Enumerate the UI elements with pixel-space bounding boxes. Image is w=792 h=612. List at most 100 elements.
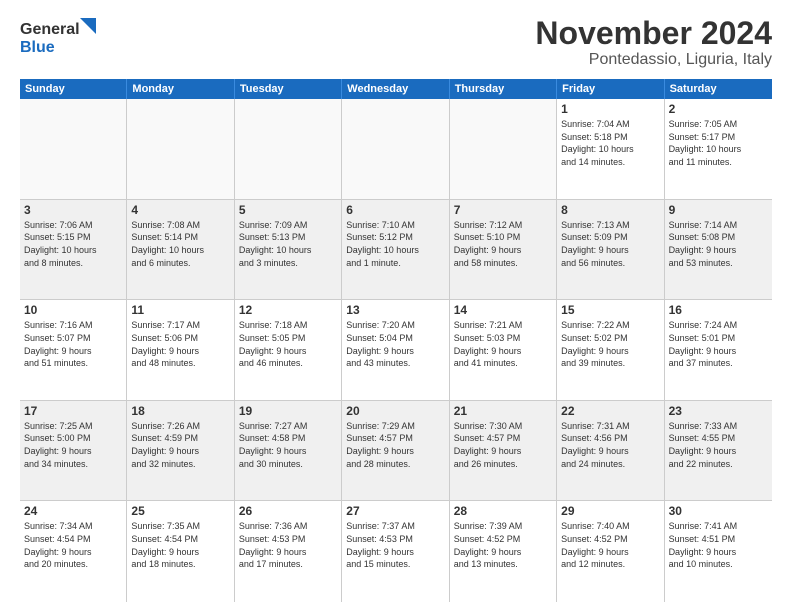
day-info: Sunrise: 7:29 AM Sunset: 4:57 PM Dayligh… [346, 420, 444, 470]
cal-cell: 12 Sunrise: 7:18 AM Sunset: 5:05 PM Dayli… [235, 300, 342, 400]
cal-cell: 4 Sunrise: 7:08 AM Sunset: 5:14 PM Daylig… [127, 200, 234, 300]
day-number: 7 [454, 203, 552, 217]
cal-cell: 5Sunrise: 7:09 AM Sunset: 5:13 PM Daylig… [235, 200, 342, 300]
cal-cell: 30 Sunrise: 7:41 AM Sunset: 4:51 PM Dayli… [665, 501, 772, 602]
cal-cell [235, 99, 342, 199]
day-info: Sunrise: 7:22 AM Sunset: 5:02 PM Dayligh… [561, 319, 659, 369]
day-info: Sunrise: 7:39 AM Sunset: 4:52 PM Dayligh… [454, 520, 552, 570]
day-info: Sunrise: 7:35 AM Sunset: 4:54 PM Dayligh… [131, 520, 229, 570]
day-number: 1 [561, 102, 659, 116]
cal-cell [127, 99, 234, 199]
logo-icon: GeneralBlue [20, 16, 100, 56]
day-number: 5 [239, 203, 337, 217]
day-info: Sunrise: 7:24 AM Sunset: 5:01 PM Dayligh… [669, 319, 768, 369]
day-info: Sunrise: 7:30 AM Sunset: 4:57 PM Dayligh… [454, 420, 552, 470]
cal-cell: 8 Sunrise: 7:13 AM Sunset: 5:09 PM Daylig… [557, 200, 664, 300]
header-day-monday: Monday [127, 79, 234, 99]
cal-cell: 25 Sunrise: 7:35 AM Sunset: 4:54 PM Dayli… [127, 501, 234, 602]
cal-cell: 20 Sunrise: 7:29 AM Sunset: 4:57 PM Dayli… [342, 401, 449, 501]
header-day-wednesday: Wednesday [342, 79, 449, 99]
day-info: Sunrise: 7:04 AM Sunset: 5:18 PM Dayligh… [561, 118, 659, 168]
cal-cell: 11 Sunrise: 7:17 AM Sunset: 5:06 PM Dayli… [127, 300, 234, 400]
day-info: Sunrise: 7:40 AM Sunset: 4:52 PM Dayligh… [561, 520, 659, 570]
day-info: Sunrise: 7:31 AM Sunset: 4:56 PM Dayligh… [561, 420, 659, 470]
day-number: 10 [24, 303, 122, 317]
month-title: November 2024 [535, 16, 772, 51]
cal-cell: 6 Sunrise: 7:10 AM Sunset: 5:12 PM Daylig… [342, 200, 449, 300]
week-row-1: 3Sunrise: 7:06 AM Sunset: 5:15 PM Daylig… [20, 200, 772, 301]
day-info: Sunrise: 7:34 AM Sunset: 4:54 PM Dayligh… [24, 520, 122, 570]
header-day-tuesday: Tuesday [235, 79, 342, 99]
day-info: Sunrise: 7:26 AM Sunset: 4:59 PM Dayligh… [131, 420, 229, 470]
week-row-3: 17 Sunrise: 7:25 AM Sunset: 5:00 PM Dayli… [20, 401, 772, 502]
day-info: Sunrise: 7:10 AM Sunset: 5:12 PM Dayligh… [346, 219, 444, 269]
cal-cell: 17 Sunrise: 7:25 AM Sunset: 5:00 PM Dayli… [20, 401, 127, 501]
location: Pontedassio, Liguria, Italy [535, 51, 772, 69]
cal-cell: 24Sunrise: 7:34 AM Sunset: 4:54 PM Dayli… [20, 501, 127, 602]
cal-cell: 13 Sunrise: 7:20 AM Sunset: 5:04 PM Dayli… [342, 300, 449, 400]
day-number: 9 [669, 203, 768, 217]
day-number: 25 [131, 504, 229, 518]
svg-text:General: General [20, 21, 80, 38]
cal-cell: 16 Sunrise: 7:24 AM Sunset: 5:01 PM Dayli… [665, 300, 772, 400]
cal-cell: 1 Sunrise: 7:04 AM Sunset: 5:18 PM Daylig… [557, 99, 664, 199]
day-number: 22 [561, 404, 659, 418]
day-info: Sunrise: 7:16 AM Sunset: 5:07 PM Dayligh… [24, 319, 122, 369]
day-info: Sunrise: 7:05 AM Sunset: 5:17 PM Dayligh… [669, 118, 768, 168]
day-info: Sunrise: 7:21 AM Sunset: 5:03 PM Dayligh… [454, 319, 552, 369]
day-number: 15 [561, 303, 659, 317]
calendar-header: SundayMondayTuesdayWednesdayThursdayFrid… [20, 79, 772, 99]
day-number: 8 [561, 203, 659, 217]
header-day-thursday: Thursday [450, 79, 557, 99]
day-number: 2 [669, 102, 768, 116]
day-number: 14 [454, 303, 552, 317]
cal-cell [20, 99, 127, 199]
page: GeneralBlue November 2024 Pontedassio, L… [0, 0, 792, 612]
day-info: Sunrise: 7:14 AM Sunset: 5:08 PM Dayligh… [669, 219, 768, 269]
header: GeneralBlue November 2024 Pontedassio, L… [20, 16, 772, 69]
svg-text:Blue: Blue [20, 39, 55, 56]
day-number: 6 [346, 203, 444, 217]
calendar-body: 1 Sunrise: 7:04 AM Sunset: 5:18 PM Daylig… [20, 99, 772, 602]
day-info: Sunrise: 7:08 AM Sunset: 5:14 PM Dayligh… [131, 219, 229, 269]
day-number: 4 [131, 203, 229, 217]
cal-cell: 14 Sunrise: 7:21 AM Sunset: 5:03 PM Dayli… [450, 300, 557, 400]
day-info: Sunrise: 7:20 AM Sunset: 5:04 PM Dayligh… [346, 319, 444, 369]
day-number: 12 [239, 303, 337, 317]
header-day-saturday: Saturday [665, 79, 772, 99]
cal-cell: 2 Sunrise: 7:05 AM Sunset: 5:17 PM Daylig… [665, 99, 772, 199]
day-number: 30 [669, 504, 768, 518]
cal-cell: 29 Sunrise: 7:40 AM Sunset: 4:52 PM Dayli… [557, 501, 664, 602]
day-info: Sunrise: 7:25 AM Sunset: 5:00 PM Dayligh… [24, 420, 122, 470]
day-info: Sunrise: 7:12 AM Sunset: 5:10 PM Dayligh… [454, 219, 552, 269]
day-info: Sunrise: 7:36 AM Sunset: 4:53 PM Dayligh… [239, 520, 337, 570]
week-row-0: 1 Sunrise: 7:04 AM Sunset: 5:18 PM Daylig… [20, 99, 772, 200]
cal-cell [450, 99, 557, 199]
day-info: Sunrise: 7:13 AM Sunset: 5:09 PM Dayligh… [561, 219, 659, 269]
day-number: 21 [454, 404, 552, 418]
day-number: 29 [561, 504, 659, 518]
day-number: 13 [346, 303, 444, 317]
day-info: Sunrise: 7:17 AM Sunset: 5:06 PM Dayligh… [131, 319, 229, 369]
day-number: 27 [346, 504, 444, 518]
day-number: 28 [454, 504, 552, 518]
day-info: Sunrise: 7:41 AM Sunset: 4:51 PM Dayligh… [669, 520, 768, 570]
day-info: Sunrise: 7:18 AM Sunset: 5:05 PM Dayligh… [239, 319, 337, 369]
day-number: 26 [239, 504, 337, 518]
cal-cell: 18 Sunrise: 7:26 AM Sunset: 4:59 PM Dayli… [127, 401, 234, 501]
cal-cell: 7 Sunrise: 7:12 AM Sunset: 5:10 PM Daylig… [450, 200, 557, 300]
day-info: Sunrise: 7:37 AM Sunset: 4:53 PM Dayligh… [346, 520, 444, 570]
day-number: 16 [669, 303, 768, 317]
day-number: 23 [669, 404, 768, 418]
day-number: 20 [346, 404, 444, 418]
cal-cell: 15 Sunrise: 7:22 AM Sunset: 5:02 PM Dayli… [557, 300, 664, 400]
cal-cell: 23Sunrise: 7:33 AM Sunset: 4:55 PM Dayli… [665, 401, 772, 501]
cal-cell: 19Sunrise: 7:27 AM Sunset: 4:58 PM Dayli… [235, 401, 342, 501]
day-number: 17 [24, 404, 122, 418]
calendar: SundayMondayTuesdayWednesdayThursdayFrid… [20, 79, 772, 602]
cal-cell: 26 Sunrise: 7:36 AM Sunset: 4:53 PM Dayli… [235, 501, 342, 602]
day-number: 19 [239, 404, 337, 418]
day-number: 11 [131, 303, 229, 317]
day-number: 18 [131, 404, 229, 418]
cal-cell: 10 Sunrise: 7:16 AM Sunset: 5:07 PM Dayli… [20, 300, 127, 400]
